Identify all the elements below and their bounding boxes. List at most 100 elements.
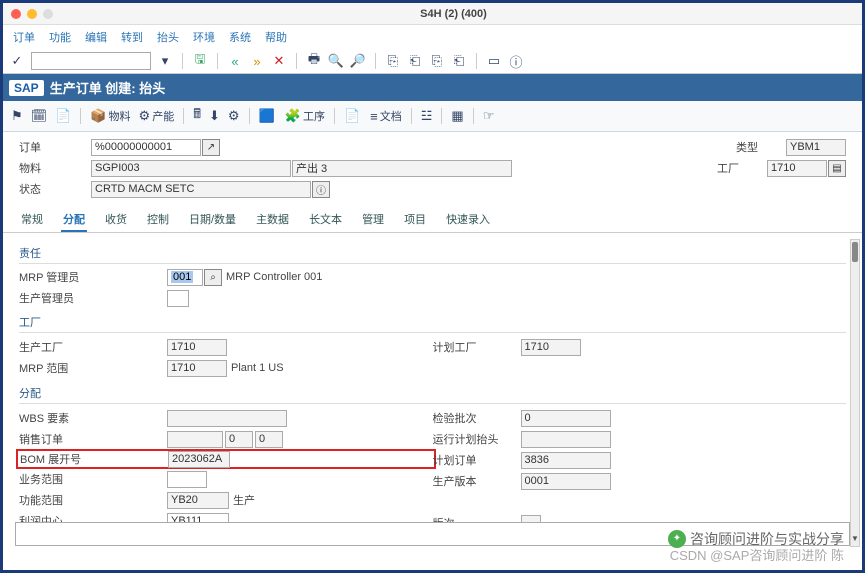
action-bar: ⚑ 🗓 📄 📦物料 ⚙产能 🖩 ⬇ ⚙ 🟦 🧩工序 📄 ≡文档 ☳ ▦ ☞ (3, 101, 862, 132)
vertical-scrollbar[interactable]: ▲ ▼ (850, 239, 860, 547)
menu-header[interactable]: 抬头 (157, 29, 179, 45)
mrp-area-field: 1710 (167, 360, 227, 377)
find-icon[interactable]: 🔍 (328, 53, 344, 69)
list-icon: ☳ (421, 108, 433, 124)
plant-field: 1710 (767, 160, 827, 177)
func-area-label: 功能范围 (19, 492, 107, 508)
mrp-controller-search-button[interactable]: ⌕ (204, 269, 222, 286)
ab-operations[interactable]: 🟦 (257, 108, 279, 124)
print-icon[interactable]: 🖶 (306, 53, 322, 69)
group-plant: 工厂 (19, 314, 846, 330)
prod-plant-label: 生产工厂 (19, 339, 107, 355)
menu-edit[interactable]: 编辑 (85, 29, 107, 45)
sales-order-item-field: 0 (225, 431, 253, 448)
screen-title: 生产订单 创建: 抬头 (50, 78, 166, 97)
calc-icon: 🖩 (193, 105, 201, 127)
run-sched-label: 运行计划抬头 (433, 431, 521, 447)
ab-schedule[interactable]: 🗓 (29, 108, 50, 124)
type-field: YBM1 (786, 139, 846, 156)
last-page-icon[interactable]: ⎗ (451, 53, 467, 69)
minimize-icon[interactable] (27, 9, 37, 19)
back-icon[interactable]: « (227, 53, 243, 69)
close-icon[interactable] (11, 9, 21, 19)
header-form: 订单 %00000000001 ↗ 类型 YBM1 物料 SGPI003 产出 … (3, 132, 862, 202)
menu-system[interactable]: 系统 (229, 29, 251, 45)
components-icon: 🧩 (285, 108, 301, 124)
func-area-desc: 生产 (233, 492, 255, 508)
prod-version-label: 生产版本 (433, 473, 521, 489)
first-page-icon[interactable]: ⎘ (385, 53, 401, 69)
business-area-label: 业务范围 (19, 471, 107, 487)
bom-expl-field: 2023062A (168, 451, 230, 468)
status-detail-button[interactable]: ⓘ (312, 181, 330, 198)
window-titlebar: S4H (2) (400) (3, 3, 862, 25)
ab-material[interactable]: 📦物料 (88, 108, 132, 124)
bom-expl-label: BOM 展开号 (20, 451, 108, 467)
tab-control[interactable]: 控制 (145, 208, 171, 232)
tab-longtext[interactable]: 长文本 (307, 208, 344, 232)
order-search-button[interactable]: ↗ (202, 139, 220, 156)
tab-admin[interactable]: 管理 (360, 208, 386, 232)
mrp-controller-field[interactable]: 001 (167, 269, 203, 286)
order-label: 订单 (19, 139, 91, 155)
ab-documents[interactable]: 📄 (342, 108, 364, 124)
message-bar[interactable] (15, 522, 850, 546)
ab-goto[interactable]: ☞ (481, 108, 497, 124)
next-page-icon[interactable]: ⎘ (429, 53, 445, 69)
exit-icon[interactable]: » (249, 53, 265, 69)
ab-grid[interactable]: ▦ (449, 108, 465, 124)
menu-function[interactable]: 功能 (49, 29, 71, 45)
sales-order-label: 销售订单 (19, 431, 107, 447)
ab-down[interactable]: ⬇ (207, 108, 222, 124)
prod-supervisor-field[interactable] (167, 290, 189, 307)
ab-components[interactable]: 🧩工序 (283, 108, 327, 124)
menu-help[interactable]: 帮助 (265, 29, 287, 45)
prod-version-field: 0001 (521, 473, 611, 490)
ab-sequence[interactable]: ≡文档 (368, 108, 404, 124)
tab-receipt[interactable]: 收货 (103, 208, 129, 232)
wbs-label: WBS 要素 (19, 410, 107, 426)
menu-env[interactable]: 环境 (193, 29, 215, 45)
new-session-icon[interactable]: ▭ (486, 53, 502, 69)
window-title: S4H (2) (400) (53, 8, 854, 20)
ab-capacity[interactable]: ⚙产能 (137, 108, 177, 124)
insp-lot-field: 0 (521, 410, 611, 427)
menu-goto[interactable]: 转到 (121, 29, 143, 45)
ab-list[interactable]: ☳ (419, 108, 435, 124)
download-icon: ⬇ (209, 108, 220, 124)
ab-settings[interactable]: ⚙ (226, 108, 242, 124)
scroll-down-icon[interactable]: ▼ (851, 534, 859, 546)
screen-header: SAP 生产订单 创建: 抬头 (3, 74, 862, 101)
menu-order[interactable]: 订单 (13, 29, 35, 45)
tab-general[interactable]: 常规 (19, 208, 45, 232)
dropdown-icon[interactable]: ▾ (157, 53, 173, 69)
calendar-icon: 🗓 (31, 108, 48, 124)
prev-page-icon[interactable]: ⎗ (407, 53, 423, 69)
tab-dates[interactable]: 日期/数量 (187, 208, 238, 232)
ab-flag[interactable]: ⚑ (9, 108, 25, 124)
plant-help-button[interactable]: ▤ (828, 160, 846, 177)
maximize-icon[interactable] (43, 9, 53, 19)
help-icon[interactable]: ⓘ (508, 53, 524, 69)
mrp-area-desc: Plant 1 US (231, 362, 284, 374)
tab-project[interactable]: 项目 (402, 208, 428, 232)
flag-icon: ⚑ (11, 108, 23, 124)
ab-doc[interactable]: 📄 (53, 108, 73, 124)
save-icon[interactable]: 🖫 (192, 53, 208, 69)
enter-icon[interactable]: ✓ (9, 53, 25, 69)
gear-icon: ⚙ (228, 108, 240, 124)
order-field[interactable]: %00000000001 (91, 139, 201, 156)
cancel-icon[interactable]: ✕ (271, 53, 287, 69)
command-input[interactable] (31, 52, 151, 70)
ab-calc[interactable]: 🖩 (191, 105, 203, 127)
scroll-thumb[interactable] (852, 242, 858, 262)
tab-assignment[interactable]: 分配 (61, 208, 87, 232)
business-area-field[interactable] (167, 471, 207, 488)
capacity-icon: ⚙ (139, 108, 151, 124)
sales-order-sched-field: 0 (255, 431, 283, 448)
tab-master[interactable]: 主数据 (254, 208, 291, 232)
find-next-icon[interactable]: 🔎 (350, 53, 366, 69)
material-field: SGPI003 (91, 160, 291, 177)
plant-label: 工厂 (717, 160, 767, 176)
tab-quick[interactable]: 快速录入 (444, 208, 492, 232)
